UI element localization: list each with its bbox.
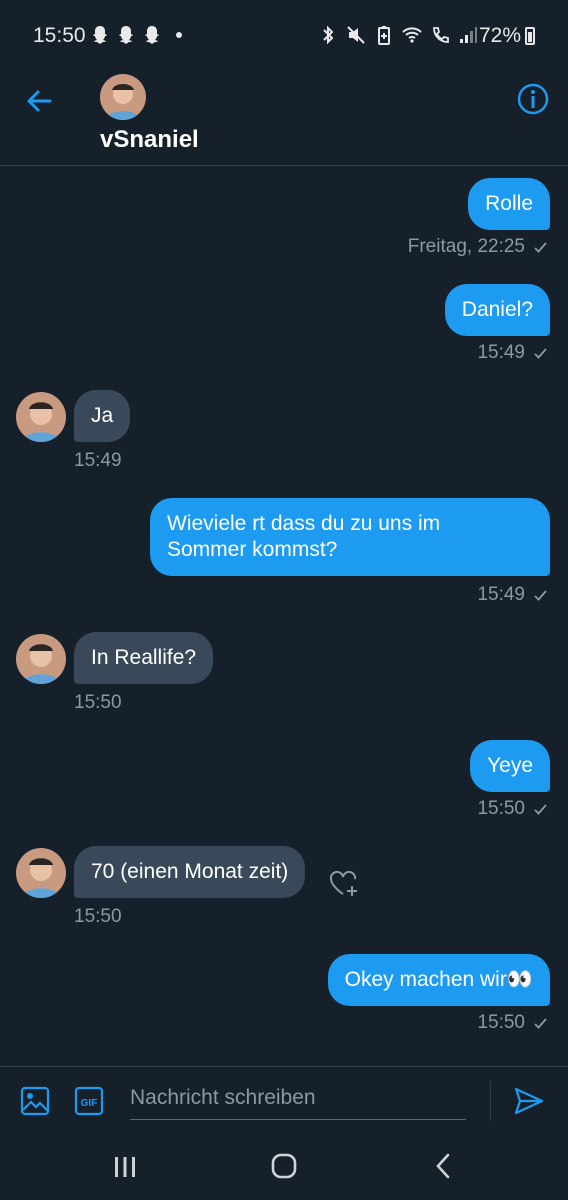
snapchat-icon: [145, 26, 159, 44]
wifi-call-icon: [433, 27, 449, 43]
message-timestamp: 15:50: [74, 692, 122, 713]
sent-message-bubble[interactable]: Rolle: [468, 178, 550, 230]
sent-message-bubble[interactable]: Okey machen wir👀: [327, 954, 550, 1006]
wifi-icon: [402, 27, 422, 43]
message-timestamp: 15:50: [74, 906, 122, 927]
contact-name[interactable]: vSnaniel: [100, 126, 199, 154]
snapchat-icon: [93, 26, 107, 44]
checkmark-icon: [534, 589, 547, 601]
battery-saver-icon: [378, 26, 390, 45]
compose-bar: GIF: [0, 1066, 568, 1136]
nav-back-icon[interactable]: [432, 1152, 454, 1180]
home-icon[interactable]: [270, 1152, 298, 1180]
message-text-line: Wieviele rt dass du zu uns im: [167, 512, 441, 535]
message-input[interactable]: [130, 1077, 466, 1120]
sent-message-bubble[interactable]: Daniel?: [444, 284, 550, 336]
gif-icon[interactable]: GIF: [74, 1086, 104, 1116]
checkmark-icon: [534, 803, 547, 815]
contact-avatar[interactable]: [16, 634, 66, 684]
sent-message-bubble[interactable]: Wieviele rt dass du zu uns im Sommer kom…: [150, 498, 550, 576]
more-notifications-dot: [176, 32, 182, 38]
contact-avatar[interactable]: [100, 74, 146, 120]
battery-indicator: 72%: [479, 24, 535, 48]
battery-icon: [525, 27, 535, 45]
system-nav-bar: [0, 1136, 568, 1200]
heart-add-icon[interactable]: [328, 868, 360, 900]
battery-percent: 72%: [478, 24, 521, 47]
send-icon[interactable]: [512, 1084, 546, 1118]
message-timestamp: 15:49: [74, 450, 122, 471]
conversation-header: vSnaniel: [0, 66, 568, 166]
message-timestamp: 15:49: [477, 342, 548, 364]
system-icons: [318, 24, 478, 46]
signal-icon: [460, 27, 477, 43]
notification-icons: [90, 24, 182, 46]
message-text-line: Sommer kommst?: [167, 538, 338, 561]
checkmark-icon: [534, 241, 547, 253]
bluetooth-icon: [323, 25, 334, 45]
status-bar: 15:50 72%: [0, 0, 568, 66]
checkmark-icon: [534, 347, 547, 359]
gif-label: GIF: [81, 1098, 98, 1109]
message-timestamp: 15:50: [477, 1012, 548, 1034]
status-time: 15:50: [33, 24, 86, 47]
received-message-bubble[interactable]: 70 (einen Monat zeit): [74, 846, 306, 898]
recent-apps-icon[interactable]: [112, 1154, 138, 1180]
compose-divider: [490, 1081, 491, 1121]
mute-icon: [347, 26, 365, 44]
contact-avatar[interactable]: [16, 392, 66, 442]
snapchat-icon: [119, 26, 133, 44]
received-message-bubble[interactable]: Ja: [74, 390, 131, 442]
received-message-bubble[interactable]: In Reallife?: [74, 632, 214, 684]
contact-avatar[interactable]: [16, 848, 66, 898]
image-icon[interactable]: [20, 1086, 50, 1116]
info-icon[interactable]: [516, 82, 550, 116]
arrow-left-icon[interactable]: [22, 84, 56, 118]
message-timestamp: 15:50: [477, 798, 548, 820]
checkmark-icon: [534, 1017, 547, 1029]
message-timestamp: Freitag, 22:25: [408, 236, 548, 258]
message-timestamp: 15:49: [477, 584, 548, 606]
sent-message-bubble[interactable]: Yeye: [470, 740, 550, 792]
